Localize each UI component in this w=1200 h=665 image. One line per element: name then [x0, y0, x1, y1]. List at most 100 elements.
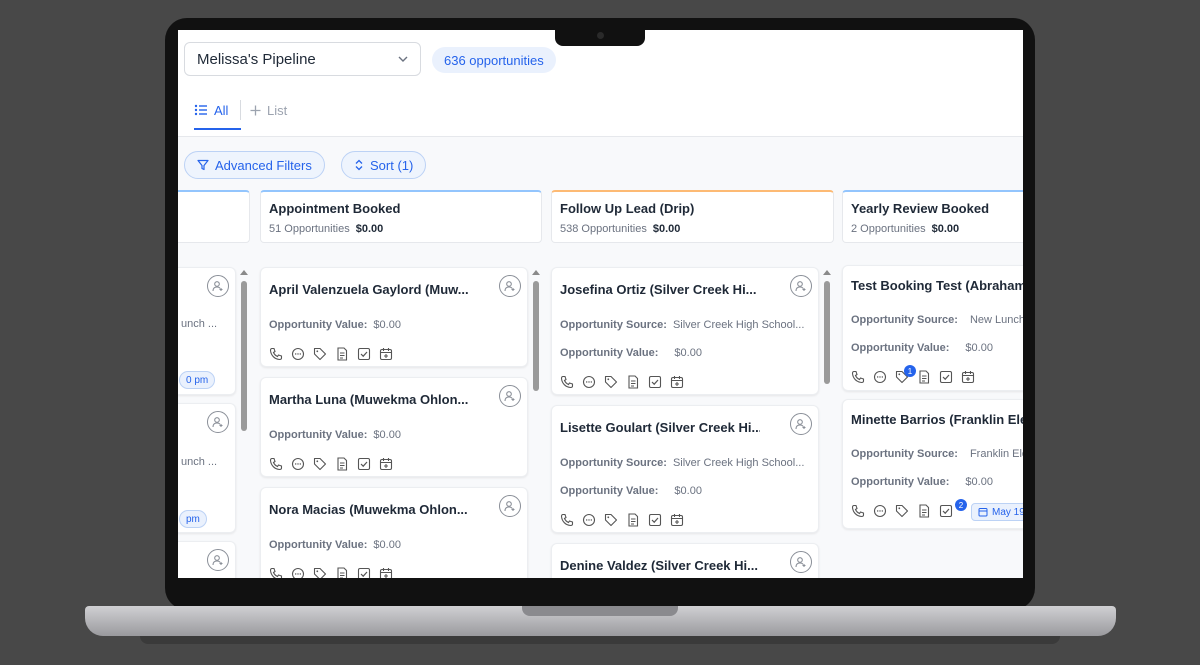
- task-icon[interactable]: [648, 513, 662, 527]
- note-icon[interactable]: [335, 567, 349, 578]
- value-amount: $0.00: [373, 429, 401, 441]
- tag-icon[interactable]: [313, 457, 327, 471]
- card-actions: [851, 504, 953, 518]
- tag-icon[interactable]: [313, 347, 327, 361]
- opportunity-card-partial[interactable]: [178, 541, 236, 578]
- task-icon[interactable]: [648, 375, 662, 389]
- opportunity-card[interactable]: April Valenzuela Gaylord (Muw... Opportu…: [260, 267, 528, 367]
- scroll-up-arrow[interactable]: [823, 270, 831, 275]
- opportunity-source-row: Opportunity Source: Silver Creek High Sch…: [560, 319, 810, 331]
- value-amount: $0.00: [965, 476, 993, 488]
- note-icon[interactable]: [335, 347, 349, 361]
- tag-icon[interactable]: [313, 567, 327, 578]
- task-icon[interactable]: [357, 567, 371, 578]
- assign-user-icon[interactable]: [207, 411, 229, 433]
- assign-user-icon[interactable]: [790, 275, 812, 297]
- calendar-add-icon[interactable]: [961, 370, 975, 384]
- chat-icon[interactable]: [873, 504, 887, 518]
- opportunity-value-row: Opportunity Value: $0.00: [269, 539, 401, 551]
- tag-icon[interactable]: [604, 375, 618, 389]
- phone-icon[interactable]: [269, 347, 283, 361]
- list-icon: [194, 104, 207, 116]
- column-title: Yearly Review Booked: [851, 201, 990, 216]
- note-icon[interactable]: [917, 504, 931, 518]
- tab-divider: [240, 100, 241, 120]
- phone-icon[interactable]: [851, 370, 865, 384]
- opportunity-card[interactable]: Josefina Ortiz (Silver Creek Hi... Oppor…: [551, 267, 819, 395]
- value-amount: $0.00: [373, 319, 401, 331]
- calendar-add-icon[interactable]: [379, 567, 393, 578]
- sort-button[interactable]: Sort (1): [341, 151, 427, 179]
- assign-user-icon[interactable]: [499, 385, 521, 407]
- note-icon[interactable]: [917, 370, 931, 384]
- appointment-time-pill[interactable]: pm: [179, 510, 207, 528]
- assign-user-icon[interactable]: [790, 413, 812, 435]
- task-icon[interactable]: [939, 370, 953, 384]
- calendar-add-icon[interactable]: [670, 375, 684, 389]
- assign-user-icon[interactable]: [790, 551, 812, 573]
- scrollbar-thumb[interactable]: [241, 281, 247, 431]
- value-amount: $0.00: [674, 347, 702, 359]
- assign-user-icon[interactable]: [207, 549, 229, 571]
- note-icon[interactable]: [626, 513, 640, 527]
- phone-icon[interactable]: [851, 504, 865, 518]
- appointment-date-pill[interactable]: May 19: [971, 503, 1023, 521]
- chat-icon[interactable]: [291, 347, 305, 361]
- phone-icon[interactable]: [269, 567, 283, 578]
- tab-all[interactable]: All: [194, 100, 228, 120]
- tab-all-label: All: [214, 102, 229, 118]
- scrollbar-thumb[interactable]: [533, 281, 539, 391]
- assign-user-icon[interactable]: [499, 275, 521, 297]
- phone-icon[interactable]: [269, 457, 283, 471]
- task-icon[interactable]: [939, 504, 953, 518]
- pipeline-select[interactable]: Melissa's Pipeline: [184, 42, 421, 76]
- column-header-appointment-booked: Appointment Booked 51 Opportunities $0.00: [260, 190, 542, 243]
- opportunity-card-partial[interactable]: unch ... 0 pm: [178, 267, 236, 395]
- opportunity-card[interactable]: Martha Luna (Muwekma Ohlon... Opportunit…: [260, 377, 528, 477]
- source-value: Silver Creek High School...: [672, 457, 805, 469]
- assign-user-icon[interactable]: [207, 275, 229, 297]
- source-label: Opportunity Source:: [560, 319, 667, 331]
- opportunity-card-partial[interactable]: unch ... pm: [178, 403, 236, 533]
- appointment-time-pill[interactable]: 0 pm: [179, 371, 216, 389]
- tag-icon[interactable]: [604, 513, 618, 527]
- column-summary: 51 Opportunities $0.00: [269, 223, 533, 235]
- note-icon[interactable]: [335, 457, 349, 471]
- scroll-up-arrow[interactable]: [532, 270, 540, 275]
- opportunity-name: Denine Valdez (Silver Creek Hi...: [560, 558, 758, 573]
- opportunity-value-row: Opportunity Value: $0.00: [269, 429, 401, 441]
- tag-icon[interactable]: [895, 504, 909, 518]
- source-value: New Lunch a: [969, 314, 1023, 326]
- opportunity-card[interactable]: Minette Barrios (Franklin Ele Opportunit…: [842, 399, 1023, 529]
- assign-user-icon[interactable]: [499, 495, 521, 517]
- calendar-add-icon[interactable]: [670, 513, 684, 527]
- opportunity-card[interactable]: Nora Macias (Muwekma Ohlon... Opportunit…: [260, 487, 528, 578]
- note-icon[interactable]: [626, 375, 640, 389]
- advanced-filters-button[interactable]: Advanced Filters: [184, 151, 325, 179]
- opportunity-card[interactable]: Test Booking Test (Abraham Opportunity S…: [842, 265, 1023, 391]
- laptop-base-notch: [522, 606, 678, 616]
- scrollbar-thumb[interactable]: [824, 281, 830, 384]
- phone-icon[interactable]: [560, 513, 574, 527]
- phone-icon[interactable]: [560, 375, 574, 389]
- chat-icon[interactable]: [582, 375, 596, 389]
- column-count: 2 Opportunities: [851, 223, 926, 235]
- value-amount: $0.00: [373, 539, 401, 551]
- chat-icon[interactable]: [582, 513, 596, 527]
- card-actions: [269, 457, 393, 471]
- calendar-add-icon[interactable]: [379, 347, 393, 361]
- opportunity-card[interactable]: Lisette Goulart (Silver Creek Hi... Oppo…: [551, 405, 819, 533]
- calendar-add-icon[interactable]: [379, 457, 393, 471]
- column-value: $0.00: [652, 223, 681, 235]
- opportunity-card[interactable]: Denine Valdez (Silver Creek Hi...: [551, 543, 819, 578]
- chat-icon[interactable]: [291, 457, 305, 471]
- value-label: Opportunity Value:: [560, 485, 659, 497]
- chat-icon[interactable]: [291, 567, 305, 578]
- opportunity-name: Nora Macias (Muwekma Ohlon...: [269, 502, 468, 517]
- task-icon[interactable]: [357, 457, 371, 471]
- task-icon[interactable]: [357, 347, 371, 361]
- chat-icon[interactable]: [873, 370, 887, 384]
- tab-add-list[interactable]: List: [250, 100, 287, 120]
- opportunity-name: Test Booking Test (Abraham: [851, 278, 1023, 293]
- scroll-up-arrow[interactable]: [240, 270, 248, 275]
